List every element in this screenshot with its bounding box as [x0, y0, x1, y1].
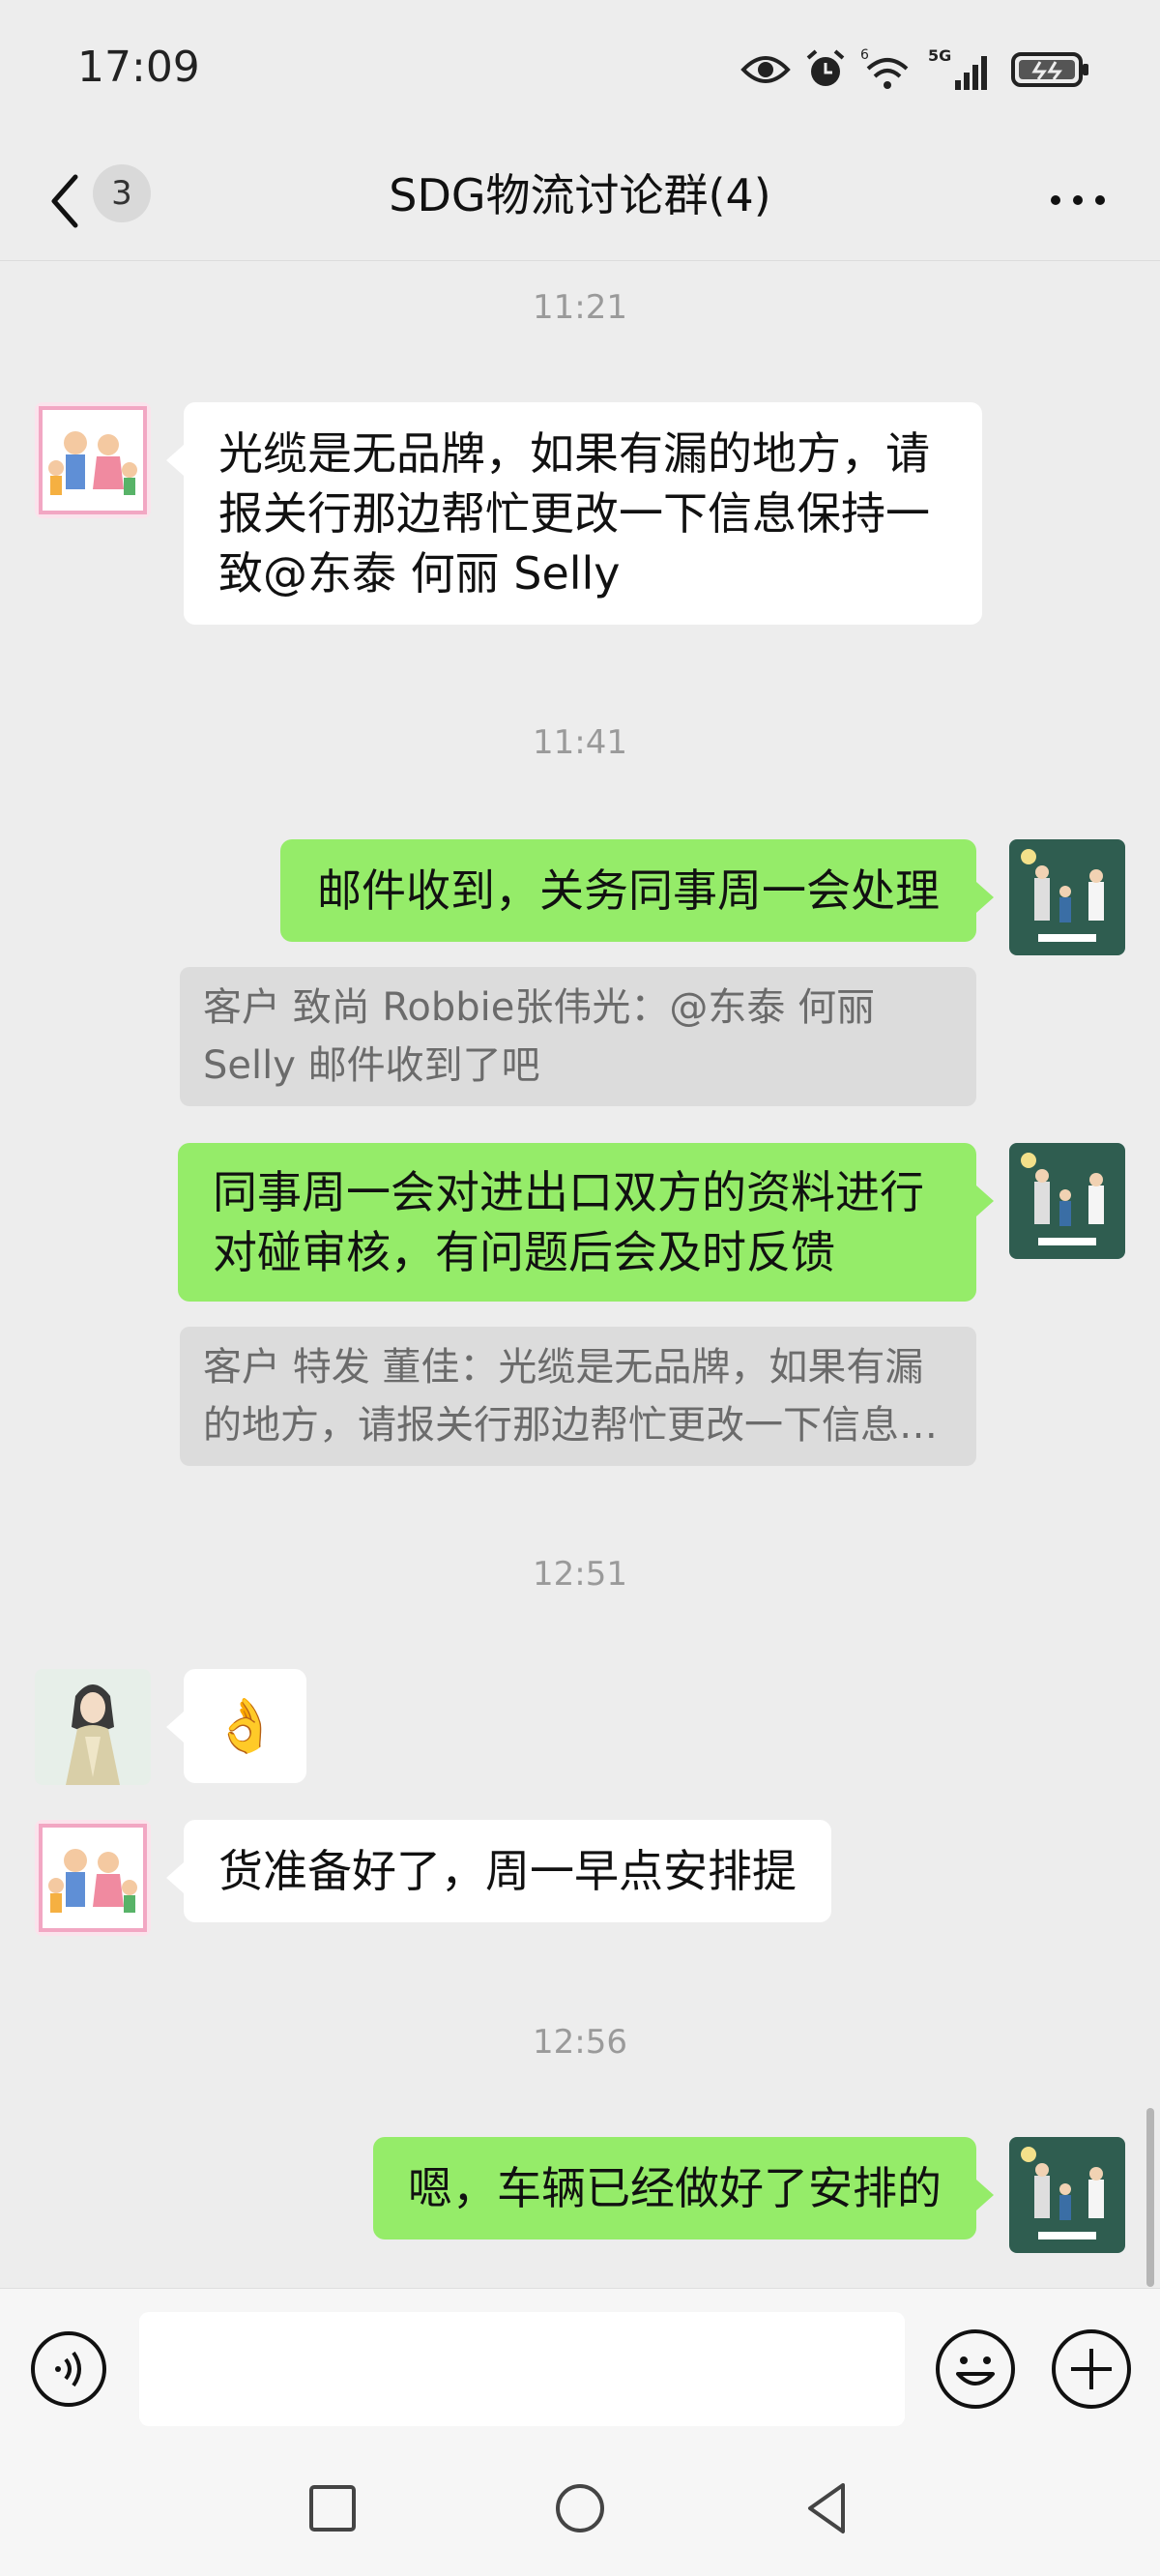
status-icons: 6 5G — [740, 44, 1090, 95]
chat-header: 3 SDG物流讨论群(4) — [0, 140, 1160, 261]
sim-slot-label: 6 — [860, 47, 869, 63]
status-time: 17:09 — [77, 43, 200, 92]
network-label: 5G — [928, 47, 951, 65]
unread-count-badge[interactable]: 3 — [93, 164, 151, 222]
quoted-message[interactable]: 客户 特发 董佳：光缆是无品牌，如果有漏的地方，请报关行那边帮忙更改一下信息保持… — [180, 1327, 976, 1466]
quoted-message-text: 客户 特发 董佳：光缆是无品牌，如果有漏的地方，请报关行那边帮忙更改一下信息保持… — [203, 1345, 938, 1448]
back-button[interactable] — [43, 169, 91, 233]
emoji-message-bubble[interactable]: 👌 — [165, 1669, 307, 1783]
portrait-avatar-icon — [35, 1669, 151, 1785]
message-list[interactable]: 11:21 光缆是无品牌，如果有漏的地方，请报关行那边帮忙更改一下信息保持一致@… — [0, 261, 1160, 2287]
alarm-icon — [806, 49, 845, 86]
self-avatar-icon — [1009, 1143, 1125, 1259]
avatar-contact-portrait[interactable] — [35, 1669, 151, 1785]
voice-input-icon[interactable] — [29, 2329, 108, 2409]
message-bubble-incoming[interactable]: 光缆是无品牌，如果有漏的地方，请报关行那边帮忙更改一下信息保持一致@东泰 何丽 … — [166, 402, 982, 625]
back-nav-icon[interactable] — [797, 2477, 858, 2539]
timestamp: 12:51 — [533, 1555, 627, 1594]
message-bubble-outgoing[interactable]: 同事周一会对进出口双方的资料进行对碰审核，有问题后会及时反馈 — [178, 1143, 994, 1302]
wifi-icon: 6 — [860, 47, 909, 89]
status-bar: 17:09 6 5G — [0, 0, 1160, 140]
avatar-self[interactable] — [1009, 839, 1125, 955]
chat-title: SDG物流讨论群(4) — [389, 169, 771, 221]
message-bubble-incoming[interactable]: 货准备好了，周一早点安排提 — [166, 1820, 831, 1922]
scrollbar[interactable] — [1146, 2108, 1154, 2287]
timestamp: 12:56 — [533, 2023, 627, 2062]
input-bar — [0, 2288, 1160, 2443]
timestamp: 11:41 — [533, 723, 627, 762]
quoted-message[interactable]: 客户 致尚 Robbie张伟光：@东泰 何丽 Selly 邮件收到了吧 — [180, 967, 976, 1106]
quoted-message-text: 客户 致尚 Robbie张伟光：@东泰 何丽 Selly 邮件收到了吧 — [203, 985, 876, 1088]
family-avatar-icon — [35, 1820, 151, 1936]
timestamp: 11:21 — [533, 288, 627, 327]
message-bubble-outgoing[interactable]: 邮件收到，关务同事周一会处理 — [280, 839, 994, 942]
eye-icon — [740, 56, 791, 83]
emoji-icon[interactable] — [934, 2327, 1017, 2411]
message-input[interactable] — [139, 2312, 905, 2426]
avatar-contact-family[interactable] — [35, 402, 151, 518]
signal-icon: 5G — [928, 47, 987, 90]
plus-icon[interactable] — [1050, 2327, 1133, 2411]
avatar-contact-family[interactable] — [35, 1820, 151, 1936]
family-avatar-icon — [35, 402, 151, 518]
recent-apps-icon[interactable] — [302, 2477, 363, 2539]
avatar-self[interactable] — [1009, 1143, 1125, 1259]
self-avatar-icon — [1009, 839, 1125, 955]
message-bubble-outgoing[interactable]: 嗯，车辆已经做好了安排的 — [373, 2137, 994, 2239]
system-navigation-bar — [0, 2443, 1160, 2576]
avatar-self[interactable] — [1009, 2137, 1125, 2253]
more-options-icon[interactable] — [1044, 179, 1112, 221]
self-avatar-icon — [1009, 2137, 1125, 2253]
home-icon[interactable] — [549, 2477, 611, 2539]
battery-icon — [1011, 52, 1088, 87]
